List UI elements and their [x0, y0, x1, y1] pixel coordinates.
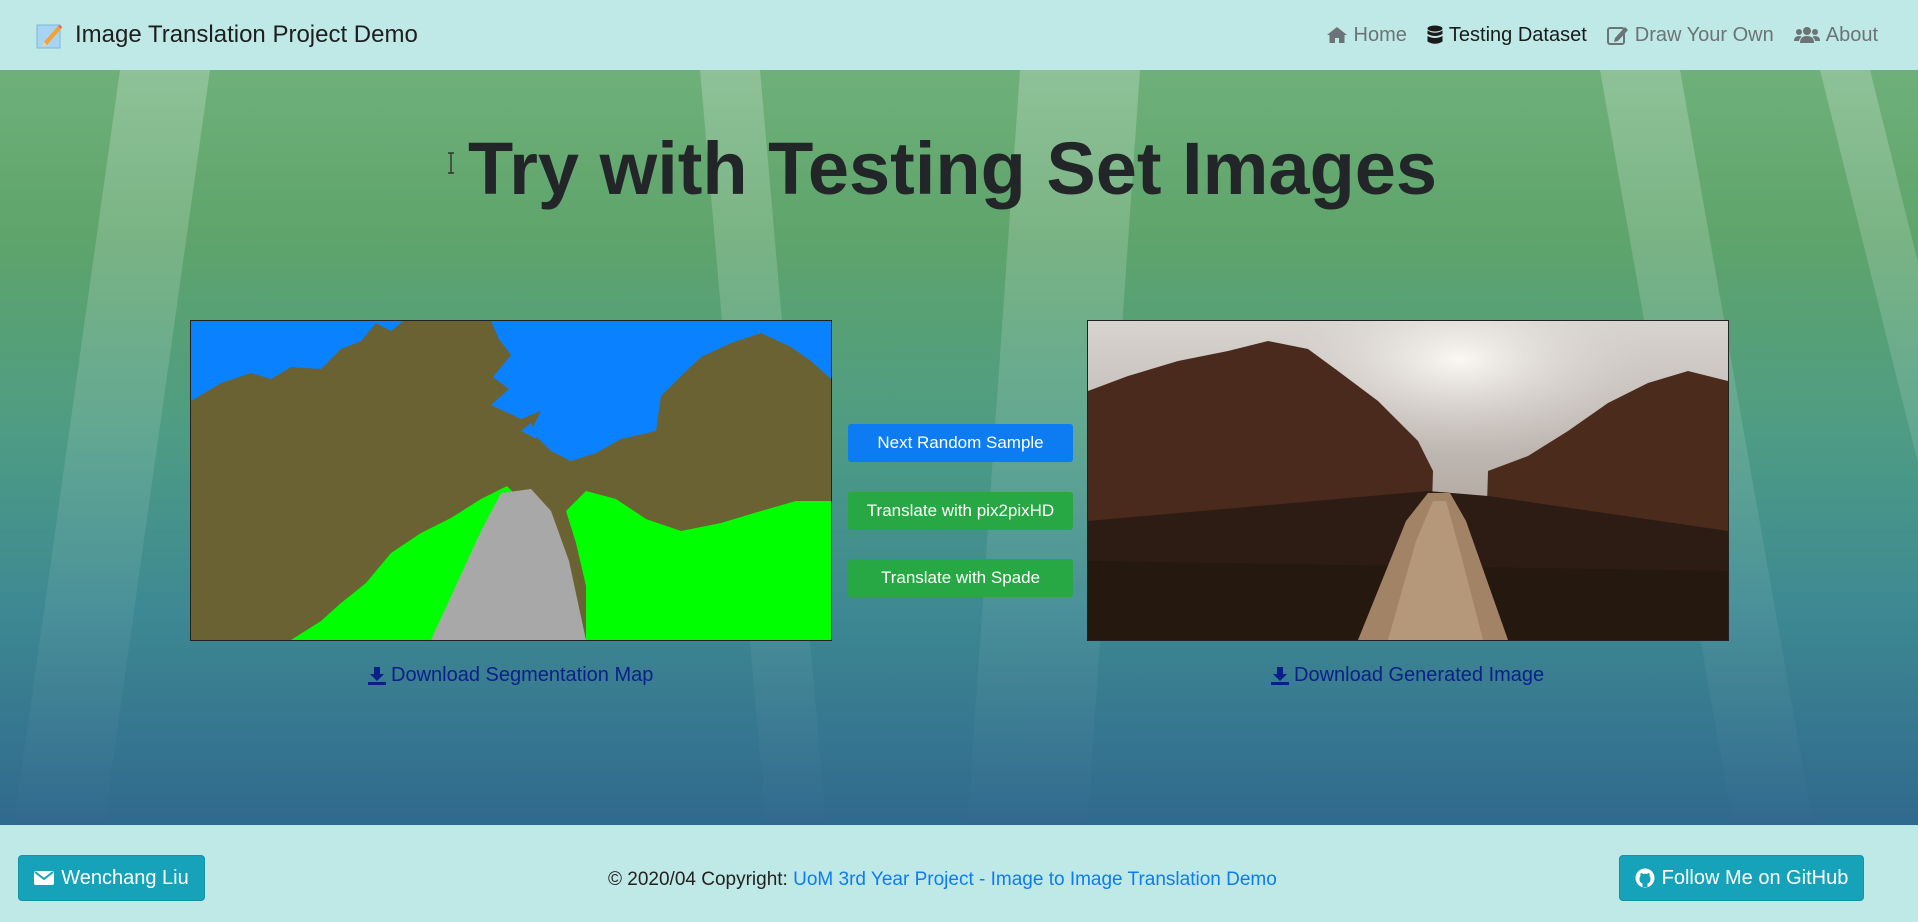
page-title: Try with Testing Set Images: [468, 127, 1438, 210]
next-random-sample-button[interactable]: Next Random Sample: [848, 424, 1073, 462]
light-ray: [13, 70, 211, 825]
download-generated-label: Download Generated Image: [1294, 664, 1545, 686]
nav-item-label: About: [1825, 23, 1878, 46]
nav-item-testing-dataset[interactable]: Testing Dataset: [1427, 24, 1587, 47]
author-email-button[interactable]: Wenchang Liu: [18, 855, 205, 901]
copyright-prefix: © 2020/04 Copyright:: [608, 869, 794, 890]
text-cursor-icon: [448, 152, 454, 174]
light-ray: [1820, 70, 1918, 825]
generated-image: [1087, 320, 1729, 641]
nav-item-home[interactable]: Home: [1326, 24, 1407, 47]
author-button-label: Wenchang Liu: [61, 866, 189, 889]
download-segmentation-label: Download Segmentation Map: [391, 664, 654, 686]
download-segmentation-link[interactable]: Download Segmentation Map: [367, 664, 653, 687]
download-icon: [368, 666, 386, 685]
project-link[interactable]: UoM 3rd Year Project - Image to Image Tr…: [793, 869, 1277, 890]
copyright-text: © 2020/04 Copyright: UoM 3rd Year Projec…: [608, 869, 1277, 891]
brand[interactable]: Image Translation Project Demo: [36, 20, 418, 50]
github-button-label: Follow Me on GitHub: [1661, 866, 1849, 889]
memo-pencil-icon: [36, 24, 62, 48]
navbar: Image Translation Project Demo Home Test…: [0, 0, 1918, 70]
github-follow-button[interactable]: Follow Me on GitHub: [1619, 855, 1864, 901]
translate-spade-button[interactable]: Translate with Spade: [848, 559, 1073, 597]
download-icon: [1271, 666, 1289, 685]
nav-item-label: Testing Dataset: [1448, 23, 1587, 46]
footer: Wenchang Liu © 2020/04 Copyright: UoM 3r…: [0, 825, 1918, 922]
edit-icon: [1606, 27, 1628, 45]
download-generated-link[interactable]: Download Generated Image: [1270, 664, 1544, 687]
home-icon: [1326, 27, 1347, 43]
brand-title: Image Translation Project Demo: [75, 21, 418, 48]
nav-menu: Home Testing Dataset Draw Your Own About: [1306, 20, 1878, 50]
github-icon: [1635, 868, 1655, 888]
users-icon: [1793, 27, 1820, 43]
nav-item-draw-your-own[interactable]: Draw Your Own: [1606, 23, 1774, 47]
translate-pix2pixhd-button[interactable]: Translate with pix2pixHD: [848, 492, 1073, 530]
hero-section: Try with Testing Set Images Next Random …: [0, 70, 1918, 825]
segmentation-map-image: [190, 320, 832, 641]
nav-item-about[interactable]: About: [1793, 23, 1878, 47]
nav-item-label: Draw Your Own: [1634, 23, 1774, 46]
segmentation-map-svg: [191, 321, 831, 640]
nav-item-label: Home: [1353, 23, 1407, 46]
database-icon: [1427, 25, 1443, 44]
envelope-icon: [34, 871, 55, 885]
generated-image-svg: [1088, 321, 1728, 640]
